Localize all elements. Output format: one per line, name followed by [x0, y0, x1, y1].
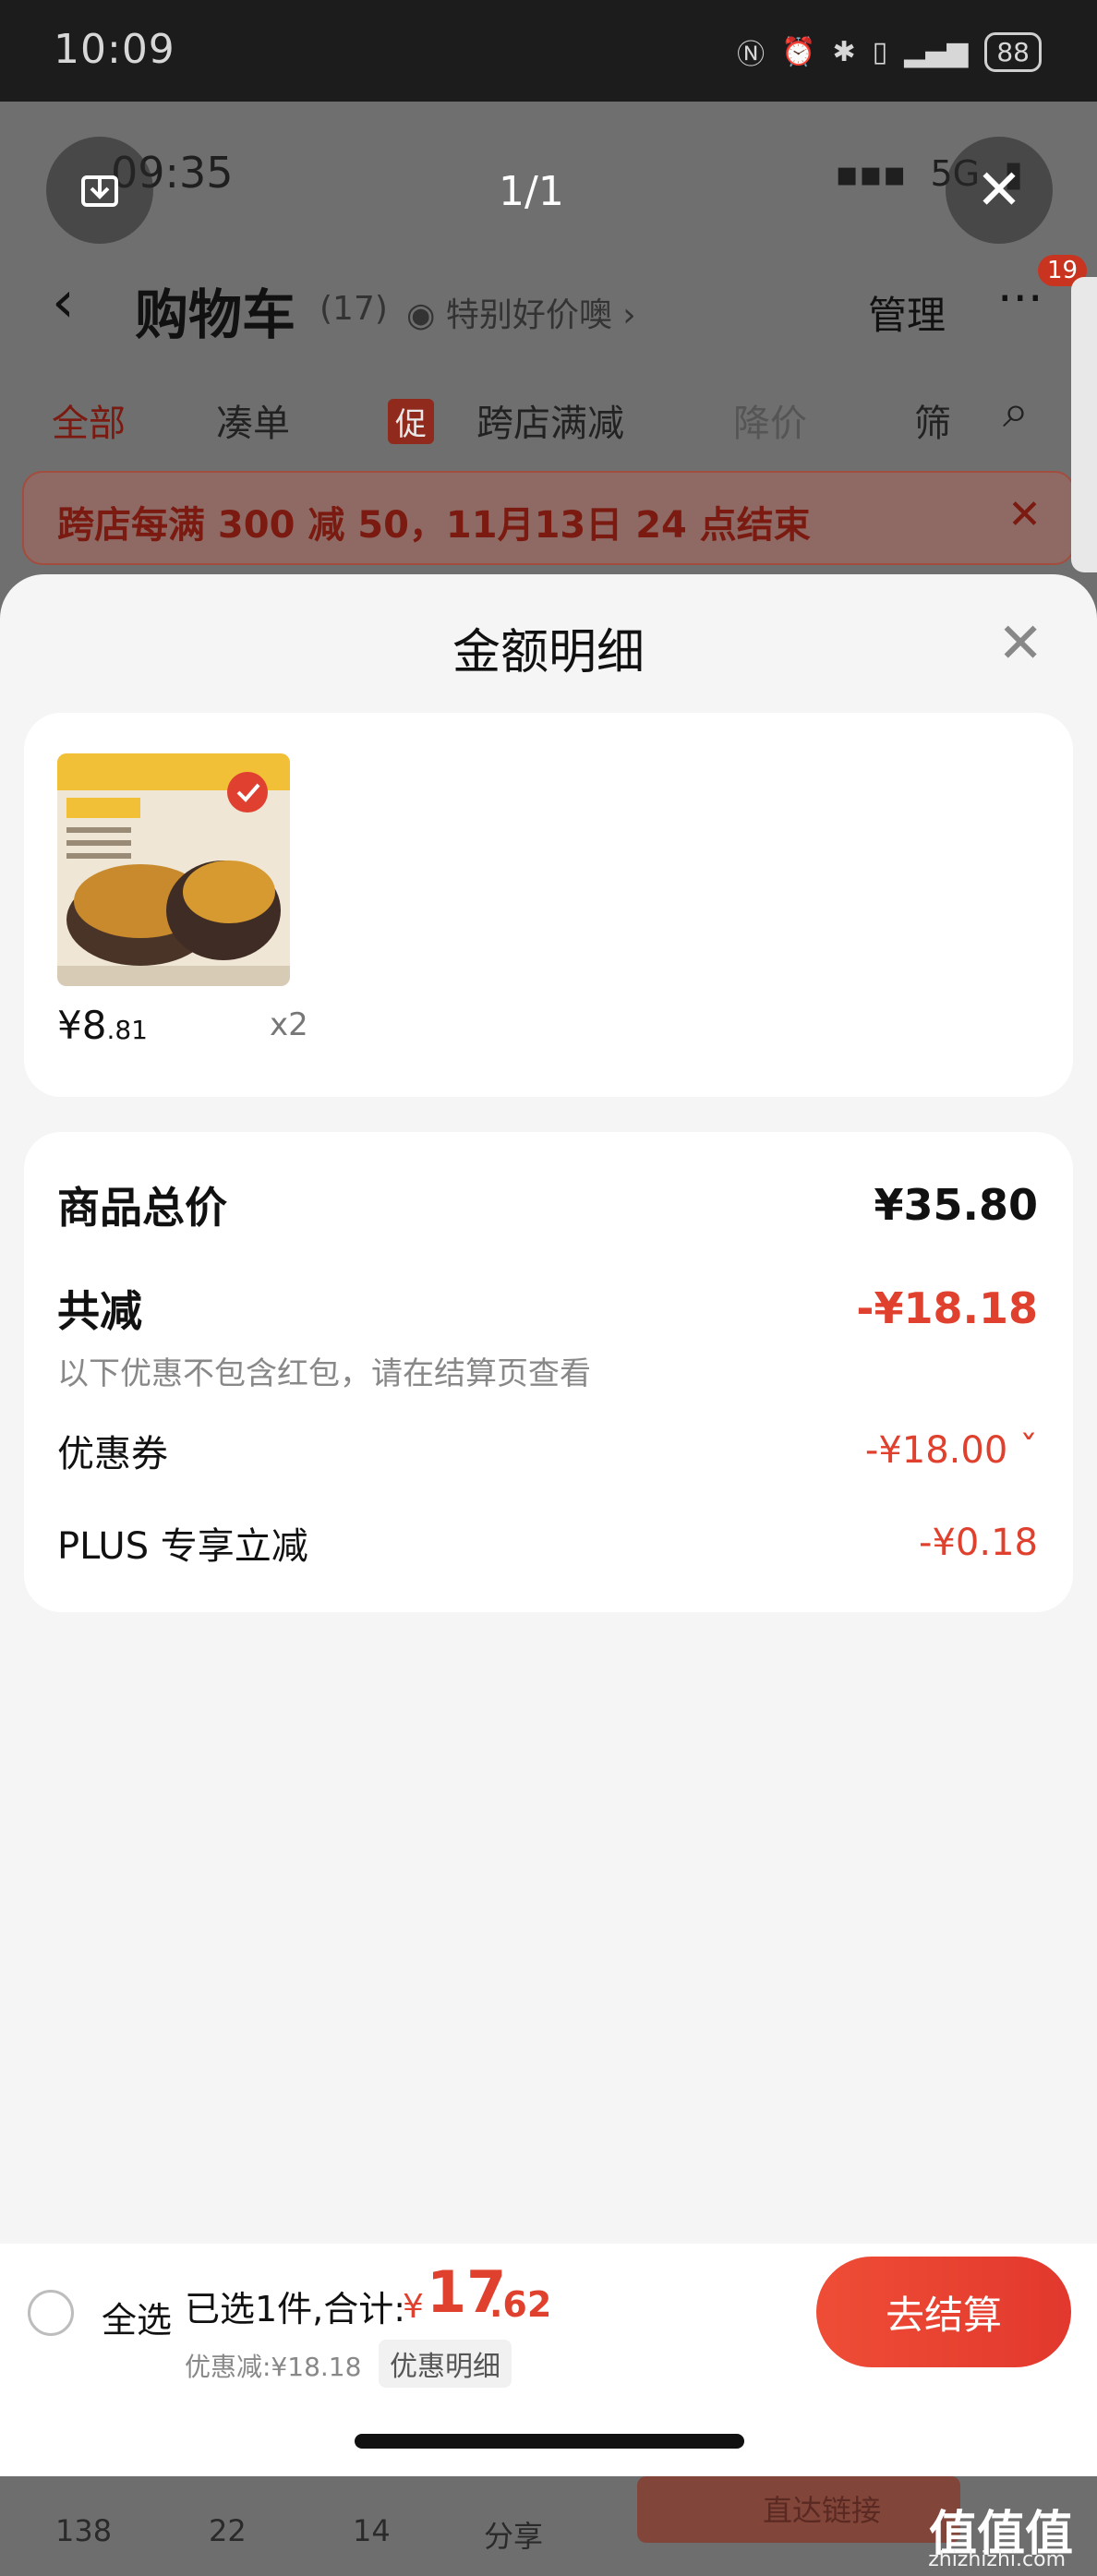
download-button[interactable] [46, 137, 153, 244]
status-time: 10:09 [54, 26, 175, 73]
back-icon: ‹ [52, 268, 75, 335]
checkout-button[interactable]: 去结算 [816, 2257, 1071, 2367]
product-price: ¥8.81 [57, 1003, 148, 1048]
promo-text: 跨店每满 300 减 50，11月13日 24 点结束 [57, 504, 811, 547]
tab-coudan: 凑单 [216, 403, 290, 445]
total-reduce-row: 共减 -¥18.18 [57, 1278, 1038, 1339]
nfc-icon: Ⓝ [737, 39, 765, 71]
discount-summary: 优惠减:¥18.18 [185, 2352, 362, 2382]
cart-title: 购物车 [135, 283, 296, 346]
close-icon: ✕ [975, 158, 1023, 223]
bluetooth-icon: ✱ [832, 35, 856, 68]
good-price-link: ◉ 特别好价噢 › [406, 288, 636, 336]
product-qty: x2 [270, 1006, 308, 1043]
promo-close-icon: ✕ [1007, 491, 1042, 538]
home-indicator[interactable] [355, 2434, 744, 2449]
watermark-url: zhizhizhi.com [928, 2548, 1066, 2571]
total-price-label: 商品总价 [57, 1183, 227, 1233]
manage-button: 管理 [868, 293, 946, 338]
side-scroll-handle[interactable] [1071, 277, 1097, 572]
total-yen: ¥ [403, 2288, 424, 2326]
status-bar: 10:09 Ⓝ ⏰ ✱ ▯ ▂▄▆ 88 [0, 0, 1097, 102]
tab-all: 全部 [52, 403, 126, 445]
good-price-label: 特别好价噢 › [445, 296, 636, 334]
alarm-icon: ⏰ [781, 35, 816, 68]
download-icon [81, 175, 118, 207]
signal-icon: ▪▪▪ [835, 153, 907, 194]
coupon-row[interactable]: 优惠券 -¥18.00 ˇ [57, 1424, 1038, 1477]
total-reduce-value: -¥18.18 [856, 1283, 1038, 1333]
amount-detail-card: 商品总价 ¥35.80 共减 -¥18.18 以下优惠不包含红包，请在结算页查看… [24, 1132, 1073, 1612]
price-int: ¥8 [57, 1003, 107, 1048]
battery-indicator: 88 [984, 31, 1042, 72]
tab-price-drop: 降价 [733, 403, 807, 445]
coupon-value: -¥18.00 ˇ [864, 1429, 1038, 1472]
eye-icon: ◉ [406, 296, 446, 334]
direct-link-label: 直达链接 [763, 2493, 882, 2528]
direct-link-button: 直达链接 [637, 2476, 960, 2543]
promo-tag: 促 [388, 399, 434, 444]
select-all-label[interactable]: 全选 [102, 2292, 172, 2342]
discount-detail-link[interactable]: 优惠明细 [379, 2340, 512, 2388]
amount-detail-sheet: 金额明细 ✕ ¥8.81 x2 商品总价 ¥35.80 共减 -¥18.18 以… [0, 574, 1097, 2476]
coupon-label: 优惠券 [57, 1433, 168, 1475]
sheet-title: 金额明细 [452, 625, 645, 680]
promo-banner: 跨店每满 300 减 50，11月13日 24 点结束 ✕ [22, 471, 1075, 565]
tab-filter: 筛 [914, 403, 951, 445]
plus-row: PLUS 专享立减 -¥0.18 [57, 1516, 1038, 1570]
signal-4g-icon: ▂▄▆ [904, 35, 969, 68]
tab-cross-store: 跨店满减 [476, 403, 624, 445]
image-pager: 1/1 [499, 168, 564, 215]
search-icon: ⌕ [1003, 384, 1029, 438]
reduce-note: 以下优惠不包含红包，请在结算页查看 [57, 1355, 591, 1392]
total-price-value: ¥35.80 [874, 1180, 1038, 1230]
vibrate-icon: ▯ [872, 35, 888, 68]
bread-image [57, 753, 290, 986]
cart-count: (17) [319, 290, 388, 328]
cart-header: ‹ 购物车 (17) ◉ 特别好价噢 › 管理 ··· 19 [0, 255, 1097, 351]
price-dec: .81 [106, 1015, 148, 1045]
status-icons: Ⓝ ⏰ ✱ ▯ ▂▄▆ 88 [737, 31, 1042, 72]
nav-share: 分享 [484, 2519, 544, 2554]
total-reduce-label: 共减 [57, 1286, 142, 1336]
cart-tabs: 全部 凑单 促 跨店满减 降价 筛 ⌕ [0, 379, 1097, 452]
sheet-close-icon[interactable]: ✕ [997, 611, 1043, 676]
plus-label: PLUS 专享立减 [57, 1525, 308, 1568]
selected-summary: 已选1件,合计: [185, 2289, 406, 2329]
nav-count-2: 22 [209, 2513, 247, 2548]
product-thumbnail[interactable] [57, 753, 290, 986]
nav-count-1: 138 [55, 2513, 113, 2548]
viewer-close-button[interactable]: ✕ [946, 137, 1053, 244]
nav-count-3: 14 [353, 2513, 391, 2548]
product-card: ¥8.81 x2 [24, 713, 1073, 1097]
more-icon: ··· [997, 271, 1043, 327]
total-dec: .62 [489, 2284, 552, 2325]
total-price-row: 商品总价 ¥35.80 [57, 1174, 1038, 1235]
plus-value: -¥0.18 [919, 1522, 1038, 1564]
select-all-radio[interactable] [28, 2290, 74, 2336]
